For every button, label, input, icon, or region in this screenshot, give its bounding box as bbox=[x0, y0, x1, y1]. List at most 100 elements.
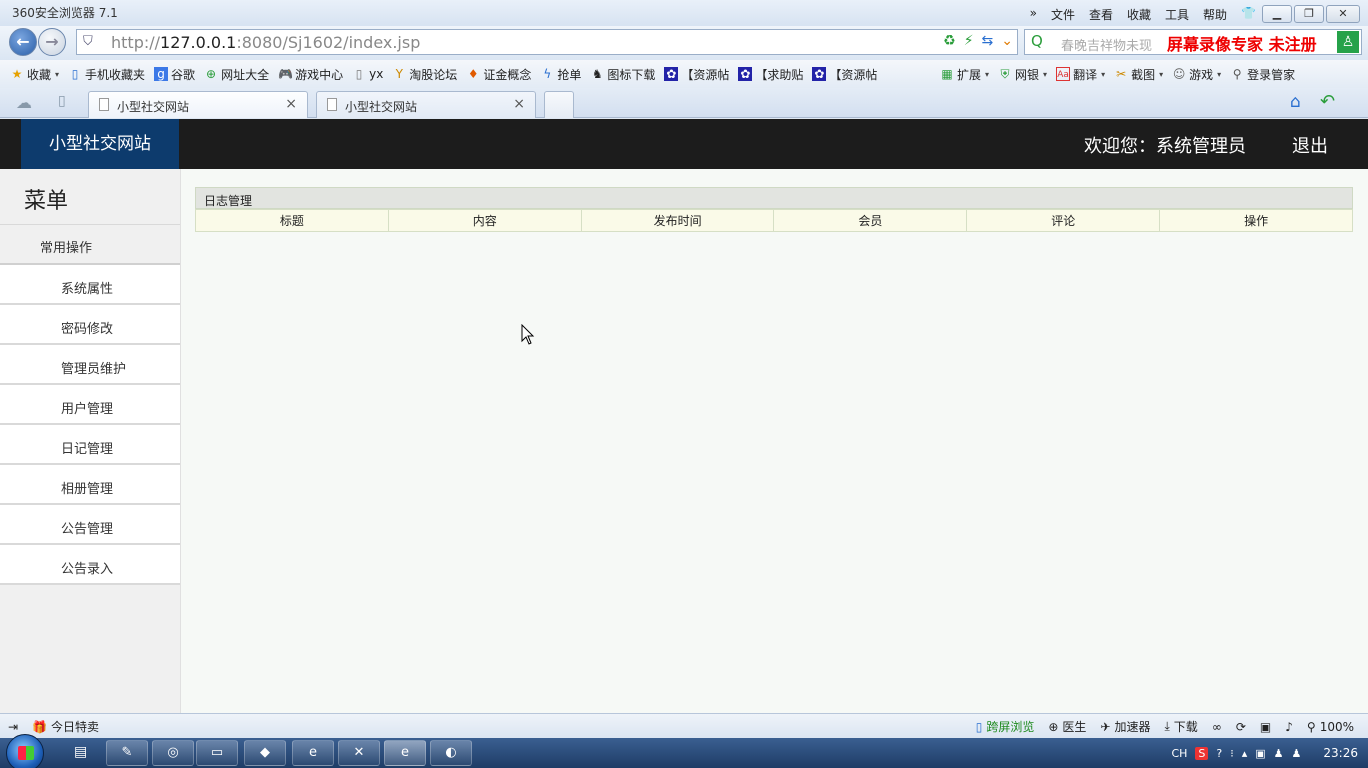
user-icon[interactable]: ♙ bbox=[1337, 31, 1359, 53]
taskbar-app-1[interactable]: ✎ bbox=[106, 740, 148, 766]
bookmark-mobile[interactable]: ▯ 手机收藏夹 bbox=[68, 66, 145, 83]
clock[interactable]: 23:26 bbox=[1323, 746, 1358, 760]
daily-deals-link[interactable]: 🎁 今日特卖 bbox=[32, 718, 99, 735]
sogou-icon[interactable]: S bbox=[1195, 746, 1209, 760]
taskbar-app-4[interactable]: ✕ bbox=[338, 740, 380, 766]
sidebar-item-system-properties[interactable]: 系统属性 bbox=[0, 265, 180, 305]
app-title: 360安全浏览器 7.1 bbox=[12, 6, 118, 20]
address-url[interactable]: http://127.0.0.1:8080/Sj1602/index.jsp bbox=[111, 33, 420, 52]
menu-title: 菜单 bbox=[0, 169, 180, 225]
show-desktop-icon[interactable]: ▤ bbox=[74, 744, 87, 760]
sidebar-item-user-management[interactable]: 用户管理 bbox=[0, 385, 180, 425]
bookmark-resource-2[interactable]: ✿ 【资源帖 bbox=[812, 66, 877, 83]
cross-screen-button[interactable]: ▯ 跨屏浏览 bbox=[976, 718, 1035, 735]
bookmark-yx[interactable]: ▯ yx bbox=[352, 67, 384, 81]
network-icon[interactable]: ▣ bbox=[1255, 747, 1265, 760]
accelerator-button[interactable]: ✈ 加速器 bbox=[1100, 718, 1150, 735]
games-button[interactable]: ☺ 游戏 ▾ bbox=[1172, 66, 1221, 83]
zoom-button[interactable]: ⚲ 100% bbox=[1307, 720, 1354, 734]
bookmark-hao[interactable]: ⊕ 网址大全 bbox=[204, 66, 269, 83]
glasses-icon[interactable]: ∞ bbox=[1212, 720, 1222, 734]
doctor-button[interactable]: ⊕ 医生 bbox=[1048, 718, 1086, 735]
minimize-button[interactable]: ▁ bbox=[1262, 5, 1292, 23]
undo-close-icon[interactable]: ↶ bbox=[1320, 91, 1335, 112]
settings-icon[interactable]: ⁝ bbox=[1230, 747, 1234, 760]
bookmark-icons[interactable]: ♞ 图标下载 bbox=[590, 66, 655, 83]
speed-icon[interactable]: ⚡ bbox=[964, 33, 974, 49]
menu-favorites[interactable]: 收藏 bbox=[1127, 6, 1151, 23]
start-button[interactable] bbox=[6, 734, 44, 768]
home-icon[interactable]: ⌂ bbox=[1290, 92, 1301, 112]
taskbar-360-browser[interactable]: e bbox=[384, 740, 426, 766]
logout-link[interactable]: 退出 bbox=[1292, 132, 1328, 158]
window-icon[interactable]: ▣ bbox=[1260, 720, 1271, 734]
sidebar-toggle-icon[interactable]: ⇥ bbox=[8, 720, 18, 734]
bookmark-google[interactable]: g 谷歌 bbox=[154, 66, 195, 83]
download-button[interactable]: ⤓ 下载 bbox=[1164, 718, 1197, 735]
volume-icon[interactable]: ♪ bbox=[1285, 720, 1293, 734]
bookmark-games[interactable]: 🎮 游戏中心 bbox=[278, 66, 343, 83]
taskbar-explorer[interactable]: ▭ bbox=[196, 740, 238, 766]
restore-button[interactable]: ❐ bbox=[1294, 5, 1324, 23]
bookmark-grab[interactable]: ϟ 抢单 bbox=[540, 66, 581, 83]
bookmark-resource-1[interactable]: ✿ 【资源帖 bbox=[664, 66, 729, 83]
menu-more[interactable]: » bbox=[1030, 6, 1037, 23]
close-tab-icon[interactable]: × bbox=[285, 96, 297, 112]
refresh-icon[interactable]: ♻ bbox=[943, 33, 956, 49]
sidebar-item-album-management[interactable]: 相册管理 bbox=[0, 465, 180, 505]
cloud-icon[interactable]: ☁ bbox=[16, 93, 32, 112]
menu-view[interactable]: 查看 bbox=[1089, 6, 1113, 23]
taskbar-app-3[interactable]: ◆ bbox=[244, 740, 286, 766]
menu-group-common[interactable]: 常用操作 bbox=[0, 225, 180, 265]
sidebar-item-notice-entry[interactable]: 公告录入 bbox=[0, 545, 180, 585]
menu-tools[interactable]: 工具 bbox=[1165, 6, 1189, 23]
search-input[interactable]: 春晚吉祥物未现 bbox=[1061, 35, 1152, 54]
dropdown-icon[interactable]: ⌄ bbox=[1001, 33, 1013, 49]
sidebar-item-change-password[interactable]: 密码修改 bbox=[0, 305, 180, 345]
compat-mode-icon[interactable]: ⇆ bbox=[982, 33, 994, 49]
sync-icon[interactable]: ⟳ bbox=[1236, 720, 1246, 734]
scissors-icon: ✂ bbox=[1116, 67, 1127, 81]
qq-icon-2[interactable]: ♟ bbox=[1292, 747, 1302, 760]
tray-expand-icon[interactable]: ▴ bbox=[1242, 747, 1248, 760]
screenshot-button[interactable]: ✂ 截图 ▾ bbox=[1114, 66, 1163, 83]
search-engine-icon[interactable]: Q bbox=[1031, 32, 1043, 50]
menu-file[interactable]: 文件 bbox=[1051, 6, 1075, 23]
shield-icon: ⛉ bbox=[83, 34, 93, 49]
taskbar-app-2[interactable]: ◎ bbox=[152, 740, 194, 766]
address-bar[interactable]: ⛉ http://127.0.0.1:8080/Sj1602/index.jsp… bbox=[76, 29, 1018, 55]
extensions-button[interactable]: ▦ 扩展 ▾ bbox=[940, 66, 989, 83]
menu-help[interactable]: 帮助 bbox=[1203, 6, 1227, 23]
close-button[interactable]: ✕ bbox=[1326, 5, 1360, 23]
bookmark-stock[interactable]: ♦ 证金概念 bbox=[466, 66, 531, 83]
column-publish-time: 发布时间 bbox=[580, 209, 775, 232]
bookmark-help[interactable]: ✿ 【求助贴 bbox=[738, 66, 803, 83]
welcome-text: 欢迎您：系统管理员 bbox=[1084, 136, 1246, 157]
back-button[interactable]: ← bbox=[9, 28, 37, 56]
taskbar-ie[interactable]: e bbox=[292, 740, 334, 766]
sidebar-item-diary-management[interactable]: 日记管理 bbox=[0, 425, 180, 465]
bookmark-forum[interactable]: Y 淘股论坛 bbox=[392, 66, 458, 83]
qq-icon[interactable]: ♟ bbox=[1274, 747, 1284, 760]
translate-button[interactable]: Aa 翻译 ▾ bbox=[1056, 66, 1105, 83]
login-manager-button[interactable]: ⚲ 登录管家 bbox=[1230, 66, 1295, 83]
bookmark-favorites[interactable]: ★ 收藏 ▾ bbox=[10, 66, 59, 83]
close-tab-icon[interactable]: × bbox=[513, 96, 525, 112]
panel-title: 日志管理 bbox=[195, 187, 1353, 209]
tab-inactive[interactable]: 小型社交网站 × bbox=[316, 91, 536, 118]
skin-icon[interactable]: 👕 bbox=[1241, 6, 1256, 23]
bank-button[interactable]: ⛨ 网银 ▾ bbox=[998, 66, 1048, 83]
mouse-cursor-icon bbox=[521, 324, 535, 345]
new-tab-button[interactable] bbox=[544, 91, 574, 118]
tab-active[interactable]: 小型社交网站 × bbox=[88, 91, 308, 118]
search-bar[interactable]: Q 春晚吉祥物未现 屏幕录像专家 未注册 ♙ bbox=[1024, 29, 1362, 55]
mobile-sync-icon[interactable]: ▯ bbox=[58, 93, 66, 109]
forward-button[interactable]: → bbox=[38, 28, 66, 56]
sidebar-item-admin-maintenance[interactable]: 管理员维护 bbox=[0, 345, 180, 385]
site-brand[interactable]: 小型社交网站 bbox=[21, 119, 179, 169]
sidebar-item-notice-management[interactable]: 公告管理 bbox=[0, 505, 180, 545]
page-icon bbox=[327, 98, 337, 111]
help-icon[interactable]: ? bbox=[1216, 747, 1222, 760]
taskbar-app-5[interactable]: ◐ bbox=[430, 740, 472, 766]
language-indicator[interactable]: CH bbox=[1171, 747, 1187, 760]
